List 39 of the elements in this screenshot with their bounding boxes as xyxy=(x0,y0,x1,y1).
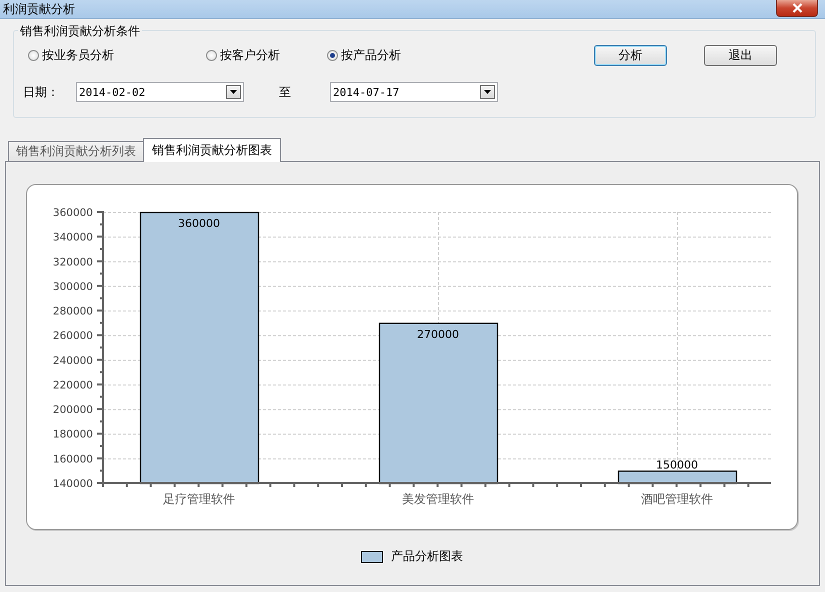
tick-label: 160000 xyxy=(52,453,93,466)
radio-option[interactable]: 按业务员分析 xyxy=(28,46,206,64)
tick-label: 340000 xyxy=(52,232,93,244)
window-title: 利润贡献分析 xyxy=(2,1,75,18)
tick-label: 260000 xyxy=(52,330,93,342)
tick-label: 180000 xyxy=(52,428,93,441)
analyze-button[interactable]: 分析 xyxy=(594,44,667,66)
radio-option[interactable]: 按客户分析 xyxy=(206,46,327,64)
tick-label: 300000 xyxy=(52,280,93,293)
category-label: 足疗管理软件 xyxy=(163,492,235,506)
value-label: 150000 xyxy=(656,458,698,472)
legend-label: 产品分析图表 xyxy=(391,548,463,565)
date-field[interactable]: 2014-02-02 xyxy=(76,82,244,102)
value-label: 270000 xyxy=(417,328,459,341)
group-title: 销售利润贡献分析条件 xyxy=(18,23,142,40)
tick-label: 280000 xyxy=(52,306,93,318)
tick-label: 240000 xyxy=(52,354,93,367)
tick-label: 320000 xyxy=(52,256,93,268)
tab[interactable]: 销售利润贡献分析列表 xyxy=(8,141,144,161)
dropdown-icon[interactable] xyxy=(480,85,495,99)
date-label: 日期： xyxy=(23,84,60,100)
close-icon xyxy=(792,3,802,13)
category-label: 酒吧管理软件 xyxy=(641,492,713,506)
date-field[interactable]: 2014-07-17 xyxy=(330,82,498,102)
tick-label: 360000 xyxy=(52,207,93,219)
dropdown-icon[interactable] xyxy=(226,85,241,99)
category-label: 美发管理软件 xyxy=(402,492,474,506)
range-separator: 至 xyxy=(279,84,291,100)
value-label: 360000 xyxy=(178,217,220,230)
tab[interactable]: 销售利润贡献分析图表 xyxy=(143,138,281,162)
tick-label: 140000 xyxy=(52,478,93,490)
close-button[interactable] xyxy=(776,0,818,17)
radio-button[interactable] xyxy=(327,50,338,60)
radio-button[interactable] xyxy=(28,50,39,60)
radio-option[interactable]: 按产品分析 xyxy=(327,46,594,64)
tick-label: 200000 xyxy=(52,404,93,416)
exit-button[interactable]: 退出 xyxy=(704,44,777,66)
radio-button[interactable] xyxy=(206,50,217,60)
tick-label: 220000 xyxy=(52,379,93,392)
